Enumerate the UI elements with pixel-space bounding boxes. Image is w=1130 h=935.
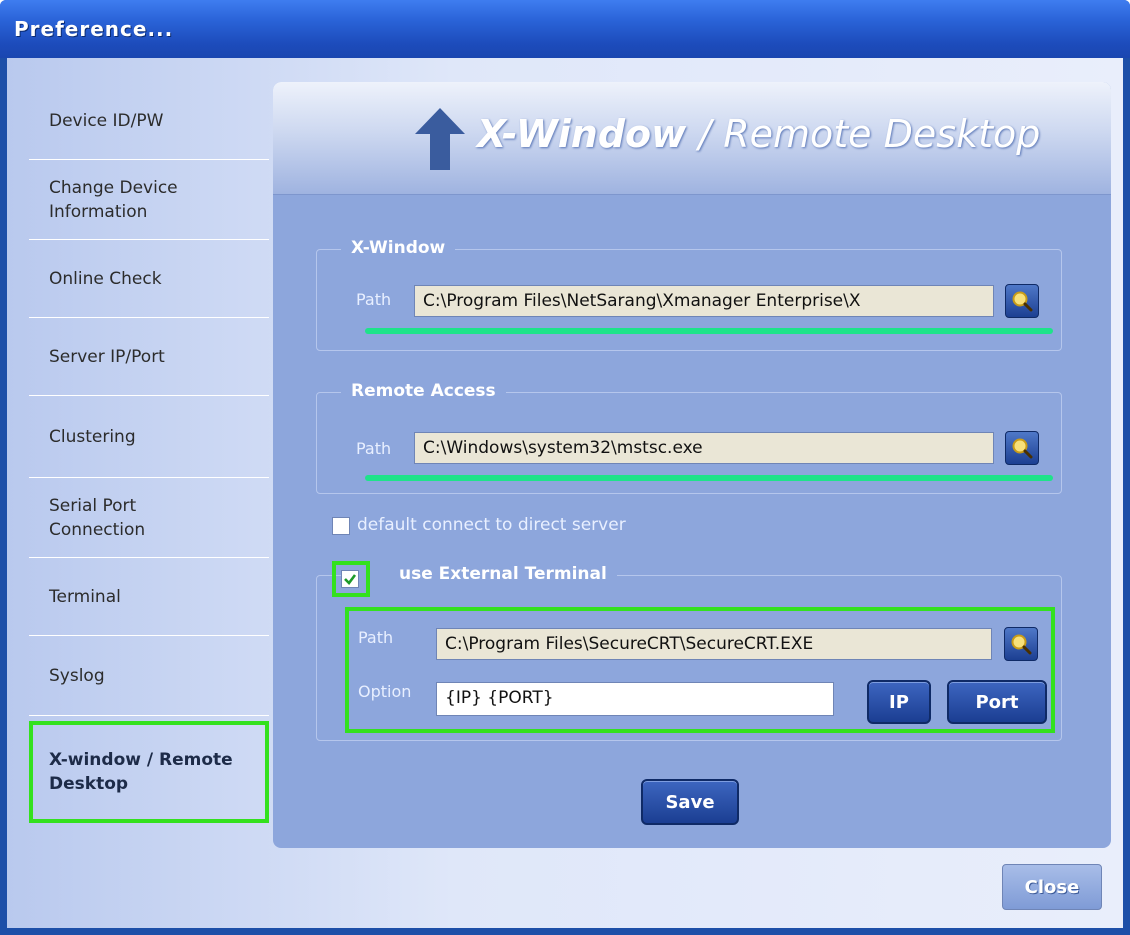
sidebar-item-label: Device ID/PW <box>49 110 164 131</box>
sidebar-item-terminal[interactable]: Terminal <box>29 558 269 636</box>
search-icon <box>1012 291 1033 312</box>
save-button[interactable]: Save <box>641 779 739 825</box>
search-icon <box>1011 634 1032 655</box>
title-bar[interactable]: Preference... <box>0 0 1130 58</box>
external-option-label: Option <box>358 682 412 701</box>
preference-window: Preference... Device ID/PW Change Device… <box>0 0 1130 935</box>
window-title: Preference... <box>14 17 174 41</box>
search-icon <box>1012 438 1033 459</box>
external-path-field[interactable]: C:\Program Files\SecureCRT\SecureCRT.EXE <box>436 628 992 660</box>
panel-header: X-Window / Remote Desktop <box>273 82 1111 195</box>
remote-access-legend: Remote Access <box>341 381 506 401</box>
external-terminal-legend: use External Terminal <box>341 564 617 584</box>
x-window-path-label: Path <box>356 290 392 309</box>
direct-server-label: default connect to direct server <box>357 515 626 535</box>
sidebar-item-label: Change Device Information <box>49 177 178 222</box>
x-window-legend: X-Window <box>341 238 456 258</box>
sidebar-item-server-ip-port[interactable]: Server IP/Port <box>29 318 269 396</box>
remote-access-path-field[interactable]: C:\Windows\system32\mstsc.exe <box>414 432 994 464</box>
page-title-rest: / Remote Desktop <box>686 112 1041 156</box>
external-path-label: Path <box>358 628 394 647</box>
remote-access-path-label: Path <box>356 439 392 458</box>
remote-access-path-underline <box>365 475 1053 481</box>
sidebar-item-clustering[interactable]: Clustering <box>29 396 269 478</box>
external-option-field[interactable]: {IP} {PORT} <box>436 682 834 716</box>
page-title: X-Window / Remote Desktop <box>477 112 1040 156</box>
main-panel: X-Window / Remote Desktop X-Window Path … <box>273 82 1111 848</box>
sidebar-active-highlight <box>29 721 269 823</box>
external-terminal-checkbox[interactable] <box>341 570 359 588</box>
direct-server-checkbox[interactable] <box>332 517 350 535</box>
sidebar-item-change-device-information[interactable]: Change Device Information <box>29 160 269 240</box>
checkmark-icon <box>344 574 357 585</box>
sidebar-item-serial-port-connection[interactable]: Serial Port Connection <box>29 478 269 558</box>
sidebar-item-label: Online Check <box>49 268 162 289</box>
sidebar-item-label: Server IP/Port <box>49 346 165 367</box>
x-window-group: X-Window Path C:\Program Files\NetSarang… <box>316 238 1062 351</box>
sidebar-item-label: Clustering <box>49 426 136 447</box>
external-browse-button[interactable] <box>1004 627 1038 661</box>
page-title-bold: X-Window <box>477 112 687 156</box>
remote-access-group: Remote Access Path C:\Windows\system32\m… <box>316 381 1062 494</box>
sidebar-item-device-id-pw[interactable]: Device ID/PW <box>29 82 269 160</box>
x-window-path-underline <box>365 328 1053 334</box>
remote-access-browse-button[interactable] <box>1005 431 1039 465</box>
insert-port-button[interactable]: Port <box>947 680 1047 724</box>
close-button[interactable]: Close <box>1002 864 1102 910</box>
arrow-up-icon <box>415 108 465 170</box>
sidebar-item-label: Syslog <box>49 665 105 686</box>
sidebar-item-label: Serial Port Connection <box>49 495 146 540</box>
x-window-browse-button[interactable] <box>1005 284 1039 318</box>
sidebar-item-syslog[interactable]: Syslog <box>29 636 269 716</box>
insert-ip-button[interactable]: IP <box>867 680 931 724</box>
x-window-path-field[interactable]: C:\Program Files\NetSarang\Xmanager Ente… <box>414 285 994 317</box>
window-client: Device ID/PW Change Device Information O… <box>7 58 1123 928</box>
sidebar-item-online-check[interactable]: Online Check <box>29 240 269 318</box>
sidebar-item-label: Terminal <box>49 586 121 607</box>
